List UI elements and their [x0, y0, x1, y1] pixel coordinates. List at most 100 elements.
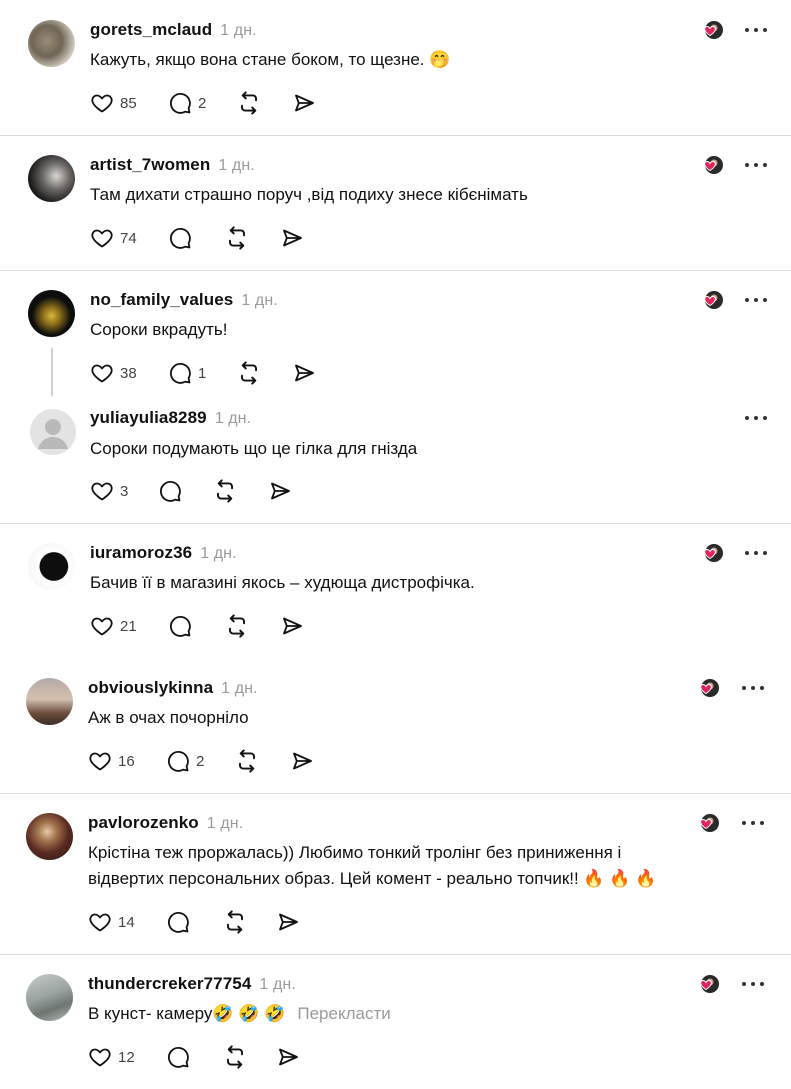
comment-text: Сороки вкрадуть!: [90, 320, 228, 339]
reply-button[interactable]: 1: [168, 361, 236, 385]
share-icon: [268, 479, 292, 503]
comment-text-line-2: відвертих персональних образ. Цей комент…: [88, 869, 657, 888]
reply-button[interactable]: 2: [168, 91, 236, 115]
author-liked-icon: [698, 154, 724, 176]
username[interactable]: no_family_values: [90, 290, 233, 309]
more-icon[interactable]: [743, 160, 769, 170]
share-icon: [290, 749, 314, 773]
more-icon[interactable]: [743, 25, 769, 35]
heart-icon: [90, 226, 114, 250]
action-bar: 12: [88, 1043, 300, 1071]
divider: [0, 954, 791, 955]
share-button[interactable]: [292, 361, 316, 385]
like-button[interactable]: 74: [90, 226, 168, 250]
heart-icon: [90, 361, 114, 385]
more-icon[interactable]: [740, 818, 766, 828]
username[interactable]: yuliayulia8289: [90, 408, 207, 427]
share-button[interactable]: [290, 749, 314, 773]
avatar[interactable]: [28, 20, 75, 67]
timestamp: 1 дн.: [206, 815, 244, 832]
share-button[interactable]: [280, 226, 304, 250]
repost-icon: [222, 909, 248, 935]
avatar[interactable]: [26, 813, 73, 860]
heart-icon: [90, 91, 114, 115]
repost-icon: [212, 478, 238, 504]
repost-button[interactable]: [224, 225, 280, 251]
like-button[interactable]: 14: [88, 910, 166, 934]
comment-icon: [168, 91, 192, 115]
avatar[interactable]: [26, 678, 73, 725]
like-button[interactable]: 38: [90, 361, 168, 385]
reply-button[interactable]: [168, 614, 224, 638]
comment-icon: [168, 226, 192, 250]
reply-button[interactable]: [158, 479, 212, 503]
share-icon: [276, 1045, 300, 1069]
more-icon[interactable]: [743, 413, 769, 423]
comment-icon: [168, 614, 192, 638]
repost-button[interactable]: [236, 360, 292, 386]
repost-button[interactable]: [224, 613, 280, 639]
divider: [0, 523, 791, 524]
repost-button[interactable]: [222, 909, 276, 935]
reply-button[interactable]: [166, 910, 222, 934]
repost-icon: [236, 90, 262, 116]
divider: [0, 270, 791, 271]
more-icon[interactable]: [743, 295, 769, 305]
repost-icon: [234, 748, 260, 774]
author-liked-icon: [698, 542, 724, 564]
comment-text: Кажуть, якщо вона стане боком, то щезне.…: [90, 50, 451, 69]
share-button[interactable]: [268, 479, 292, 503]
username[interactable]: obviouslykinna: [88, 678, 213, 697]
action-bar: 85 2: [90, 89, 316, 117]
timestamp: 1 дн.: [218, 157, 255, 174]
repost-icon: [224, 225, 250, 251]
author-liked-icon: [698, 289, 724, 311]
avatar[interactable]: [28, 290, 75, 337]
repost-button[interactable]: [222, 1044, 276, 1070]
avatar[interactable]: [30, 409, 76, 455]
like-count: 74: [120, 229, 137, 247]
username[interactable]: iuramoroz36: [90, 543, 192, 562]
action-bar: 38 1: [90, 359, 316, 387]
like-count: 38: [120, 364, 137, 382]
more-icon[interactable]: [743, 548, 769, 558]
like-button[interactable]: 12: [88, 1045, 166, 1069]
comment-icon: [166, 749, 190, 773]
more-icon[interactable]: [740, 683, 766, 693]
heart-icon: [88, 749, 112, 773]
reply-button[interactable]: [168, 226, 224, 250]
reply-count: 1: [198, 364, 207, 382]
like-button[interactable]: 85: [90, 91, 168, 115]
comment-icon: [166, 910, 190, 934]
reply-button[interactable]: 2: [166, 749, 234, 773]
repost-button[interactable]: [236, 90, 292, 116]
like-button[interactable]: 3: [90, 479, 158, 503]
timestamp: 1 дн.: [220, 22, 257, 39]
comment-text-line-1: Крістіна теж проржалась)) Любимо тонкий …: [88, 843, 622, 862]
avatar[interactable]: [26, 974, 73, 1021]
heart-icon: [88, 910, 112, 934]
share-button[interactable]: [292, 91, 316, 115]
like-count: 3: [120, 482, 129, 500]
repost-button[interactable]: [212, 478, 268, 504]
avatar[interactable]: [28, 543, 75, 590]
reply-count: 2: [196, 752, 205, 770]
reply-count: 2: [198, 94, 207, 112]
more-icon[interactable]: [740, 979, 766, 989]
share-button[interactable]: [276, 910, 300, 934]
username[interactable]: thundercreker77754: [88, 974, 251, 993]
reply-button[interactable]: [166, 1045, 222, 1069]
like-button[interactable]: 21: [90, 614, 168, 638]
share-button[interactable]: [280, 614, 304, 638]
like-button[interactable]: 16: [88, 749, 166, 773]
username[interactable]: artist_7women: [90, 155, 210, 174]
translate-link[interactable]: Перекласти: [297, 1004, 390, 1023]
divider: [0, 135, 791, 136]
repost-button[interactable]: [234, 748, 290, 774]
avatar[interactable]: [28, 155, 75, 202]
username[interactable]: gorets_mclaud: [90, 20, 212, 39]
like-count: 21: [120, 617, 137, 635]
username[interactable]: pavlorozenko: [88, 813, 199, 832]
share-button[interactable]: [276, 1045, 300, 1069]
like-count: 16: [118, 752, 135, 770]
